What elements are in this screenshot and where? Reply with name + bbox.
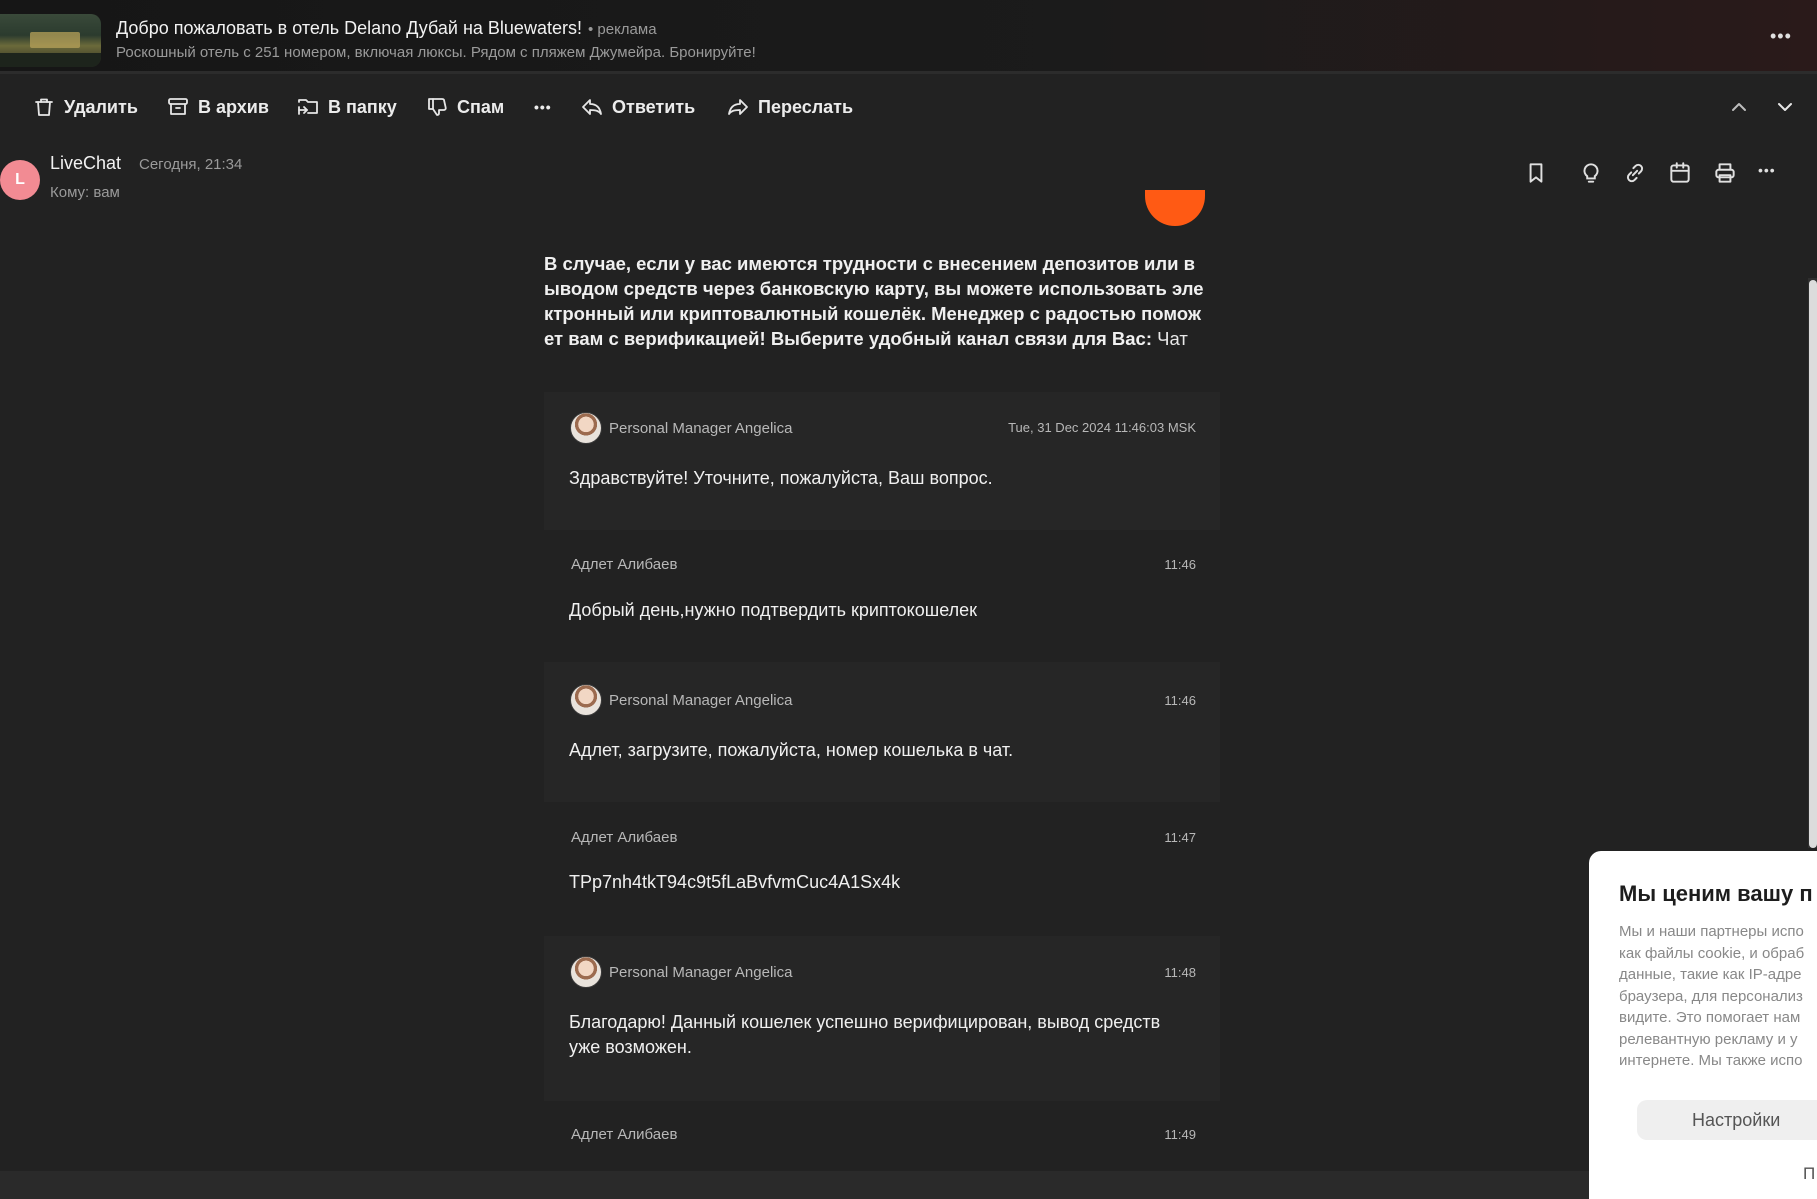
lightbulb-icon[interactable] [1578, 160, 1604, 186]
chat-author: Personal Manager Angelica [609, 964, 793, 981]
chat-message: Personal Manager Angelica 11:48 Благодар… [544, 936, 1220, 1101]
bottom-bar [0, 1171, 1817, 1199]
message-date: Сегодня, 21:34 [139, 156, 243, 173]
chat-message: Адлет Алибаев 11:49 [544, 1101, 1220, 1171]
calendar-icon[interactable] [1667, 160, 1693, 186]
intro-line: ыводом средств через банковскую карту, в… [544, 278, 1204, 299]
manager-avatar [570, 956, 602, 988]
chat-link[interactable]: Чат [1157, 328, 1188, 349]
archive-label: В архив [198, 96, 269, 117]
chat-author: Personal Manager Angelica [609, 692, 793, 709]
more-actions-button[interactable]: ••• [534, 93, 552, 121]
more-actions-icon: ••• [534, 99, 552, 115]
message-more-icon[interactable]: ••• [1758, 162, 1784, 188]
reply-label: Ответить [612, 96, 696, 117]
cookie-consent-dialog: Мы ценим вашу п Мы и наши партнеры испо … [1589, 851, 1817, 1199]
chat-message: Personal Manager Angelica 11:46 Адлет, з… [544, 662, 1220, 802]
print-icon[interactable] [1712, 160, 1738, 186]
cookie-text-line: данные, такие как IP-адре [1619, 966, 1802, 983]
chat-author: Адлет Алибаев [571, 1126, 678, 1143]
ad-hotel-thumbnail[interactable] [0, 14, 101, 67]
ad-title-text: Добро пожаловать в отель Delano Дубай на… [116, 18, 582, 38]
archive-icon [168, 98, 188, 115]
chat-message: Адлет Алибаев 11:47 TPp7nh4tkT94c9t5fLaB… [544, 802, 1220, 936]
archive-button[interactable]: В архив [166, 93, 269, 121]
trash-icon [35, 98, 53, 116]
chat-text: Добрый день,нужно подтвердить криптокоше… [569, 600, 978, 620]
cookie-text: Мы и наши партнеры испо как файлы cookie… [1619, 921, 1817, 1072]
forward-icon [728, 99, 748, 115]
cookie-text-line: как файлы cookie, и обраб [1619, 944, 1805, 962]
chat-time: 11:49 [1164, 1127, 1196, 1142]
cookie-text-line: релевантную рекламу и у [1619, 1030, 1798, 1048]
ad-title[interactable]: Добро пожаловать в отель Delano Дубай на… [116, 18, 657, 39]
chat-text-line: уже возможен. [569, 1037, 692, 1057]
chat-author: Адлет Алибаев [571, 556, 678, 573]
ad-subtitle: Роскошный отель с 251 номером, включая л… [116, 44, 756, 61]
scrollbar-thumb[interactable] [1809, 280, 1817, 848]
delete-button[interactable]: Удалить [32, 93, 138, 121]
chat-text: Здравствуйте! Уточните, пожалуйста, Ваш … [569, 468, 993, 488]
next-message-icon[interactable] [1773, 95, 1797, 119]
sender-name[interactable]: LiveChat [50, 153, 121, 174]
forward-button[interactable]: Переслать [726, 93, 853, 121]
previous-message-icon[interactable] [1727, 95, 1751, 119]
chat-author: Адлет Алибаев [571, 829, 678, 846]
chat-author: Personal Manager Angelica [609, 420, 793, 437]
chat-time: 11:48 [1164, 965, 1196, 980]
ad-label: • реклама [587, 21, 657, 38]
recipient: Кому: вам [50, 184, 120, 201]
message-intro: В случае, если у вас имеются трудности с… [544, 251, 1216, 351]
bookmark-icon[interactable] [1523, 160, 1549, 186]
move-to-folder-button[interactable]: В папку [296, 93, 397, 121]
chat-time: 11:46 [1164, 693, 1196, 708]
reply-button[interactable]: Ответить [580, 93, 695, 121]
intro-line: ет вам с верификацией! Выберите удобный … [544, 328, 1152, 349]
chat-message: Адлет Алибаев 11:46 Добрый день,нужно по… [544, 530, 1220, 662]
chat-time: 11:46 [1164, 557, 1196, 572]
cookie-settings-button[interactable]: Настройки [1637, 1100, 1817, 1140]
chat-text-line: Благодарю! Данный кошелек успешно верифи… [569, 1012, 1161, 1032]
cookie-text-line: видите. Это помогает нам [1619, 1009, 1801, 1026]
chat-time: 11:47 [1164, 830, 1196, 845]
move-to-folder-label: В папку [328, 96, 397, 117]
delete-label: Удалить [64, 96, 138, 117]
manager-avatar [570, 684, 602, 716]
ad-more-icon[interactable]: ••• [1770, 27, 1794, 45]
chat-text: Адлет, загрузите, пожалуйста, номер коше… [569, 740, 1014, 760]
manager-avatar [570, 412, 602, 444]
link-icon[interactable] [1622, 160, 1648, 186]
sender-avatar[interactable]: L [0, 160, 40, 200]
chat-time: Tue, 31 Dec 2024 11:46:03 MSK [1008, 420, 1196, 435]
intro-line: ктронный или криптовалютный кошелёк. Мен… [544, 303, 1201, 324]
forward-label: Переслать [758, 96, 854, 117]
brand-logo-fragment [1145, 190, 1205, 226]
cookie-text-line: интернете. Мы также испо [1619, 1052, 1803, 1069]
spam-label: Спам [457, 96, 505, 117]
cookie-text-line: браузера, для персонализ [1619, 987, 1803, 1005]
chat-message: Personal Manager Angelica Tue, 31 Dec 20… [544, 392, 1220, 530]
reply-icon [582, 99, 602, 115]
intro-line: В случае, если у вас имеются трудности с… [544, 253, 1196, 274]
cookie-title: Мы ценим вашу п [1619, 881, 1813, 906]
cookie-text-line: Мы и наши партнеры испо [1619, 923, 1804, 940]
message-toolbar: Удалить В архив В папку Спам ••• Ответит… [0, 77, 1817, 137]
spam-button[interactable]: Спам [425, 93, 504, 121]
cookie-secondary-action[interactable]: П [1803, 1164, 1815, 1184]
folder-move-icon [298, 99, 318, 115]
chat-text: TPp7nh4tkT94c9t5fLaBvfvmCuc4A1Sx4k [569, 872, 901, 892]
thumbs-down-icon [428, 98, 447, 116]
ad-banner[interactable]: Добро пожаловать в отель Delano Дубай на… [0, 0, 1817, 74]
chat-text: Благодарю! Данный кошелек успешно верифи… [569, 1010, 1199, 1060]
